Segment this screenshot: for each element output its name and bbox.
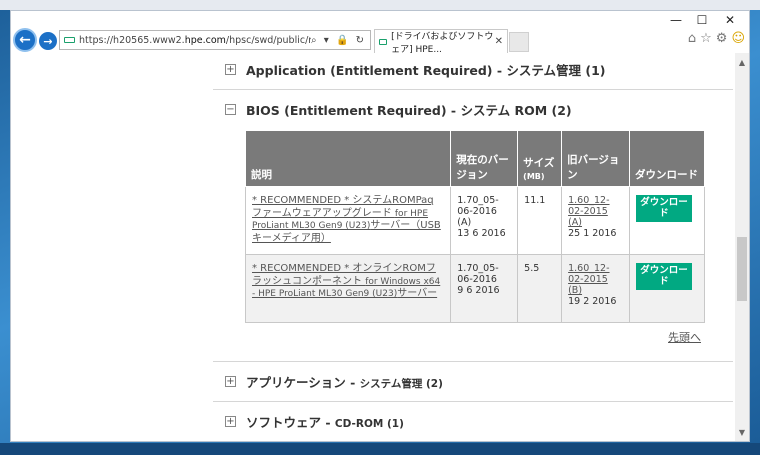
- navigation-bar: ← → https://h20565.www2.hpe.com/hpsc/swd…: [11, 27, 749, 55]
- current-version-cell: 1.70_05-06-2016 9 6 2016: [450, 254, 519, 323]
- site-favicon-icon: [379, 38, 388, 45]
- address-url[interactable]: https://h20565.www2.hpe.com/hpsc/swd/pub…: [79, 35, 311, 46]
- downloads-table: 説明 現在のバージョン サイズ (MB) 旧バージョン ダウンロード * RECO…: [244, 130, 705, 323]
- size-cell: 5.5: [517, 254, 563, 323]
- tab-drivers-software[interactable]: [ドライバおよびソフトウェア] HPE... ✕: [374, 29, 508, 55]
- scroll-down-icon[interactable]: ▼: [735, 425, 749, 439]
- description-link[interactable]: * RECOMMENDED * システムROMPaq ファームウェアアップグレー…: [252, 195, 441, 244]
- secure-site-icon: [64, 37, 75, 43]
- address-bar[interactable]: https://h20565.www2.hpe.com/hpsc/swd/pub…: [59, 30, 371, 50]
- header-size: サイズ (MB): [517, 130, 563, 187]
- download-button[interactable]: ダウンロード: [636, 195, 692, 222]
- old-version-link[interactable]: 1.60_12-02-2015 (B): [568, 263, 609, 296]
- forward-button[interactable]: →: [39, 32, 57, 50]
- download-cell: ダウンロード: [629, 186, 705, 255]
- header-old-version: 旧バージョン: [561, 130, 630, 187]
- table-row: * RECOMMENDED * システムROMPaq ファームウェアアップグレー…: [244, 186, 705, 255]
- current-version-cell: 1.70_05-06-2016 (A) 13 6 2016: [450, 186, 519, 255]
- description-cell: * RECOMMENDED * システムROMPaq ファームウェアアップグレー…: [244, 186, 452, 255]
- scrollbar-thumb[interactable]: [737, 237, 747, 301]
- download-cell: ダウンロード: [629, 254, 705, 323]
- section-title: Application (Entitlement Required) - システ…: [246, 63, 606, 78]
- expand-icon[interactable]: +: [225, 376, 236, 387]
- tab-close-icon[interactable]: ✕: [495, 36, 503, 47]
- table-row: * RECOMMENDED * オンラインROMフラッシュコンポーネント for…: [244, 254, 705, 323]
- address-actions-icons[interactable]: ⌕ ▾ 🔒 ↻: [311, 35, 370, 46]
- size-cell: 11.1: [517, 186, 563, 255]
- desktop-top-strip: [0, 0, 760, 10]
- arrow-right-icon: →: [43, 34, 53, 48]
- toolbar-icons: ⌂ ☆ ⚙ ☺: [688, 31, 745, 46]
- star-icon[interactable]: ☆: [700, 31, 712, 46]
- home-icon[interactable]: ⌂: [688, 31, 696, 46]
- new-tab-button[interactable]: [509, 32, 529, 52]
- header-download: ダウンロード: [629, 130, 705, 187]
- section-software[interactable]: + ソフトウェア - CD-ROM (1): [213, 401, 733, 441]
- section-bios[interactable]: − BIOS (Entitlement Required) - システム ROM…: [213, 89, 733, 129]
- desktop-bottom-strip: [0, 443, 760, 455]
- tab-title: [ドライバおよびソフトウェア] HPE...: [391, 31, 494, 55]
- header-description: 説明: [244, 130, 452, 187]
- header-current-version: 現在のバージョン: [450, 130, 519, 187]
- old-version-cell: 1.60_12-02-2015 (B) 19 2 2016: [561, 254, 630, 323]
- section-application[interactable]: + Application (Entitlement Required) - シ…: [213, 53, 733, 89]
- collapse-icon[interactable]: −: [225, 104, 236, 115]
- vertical-scrollbar[interactable]: ▲ ▼: [735, 53, 749, 441]
- section-title: ソフトウェア - CD-ROM (1): [246, 415, 404, 430]
- description-cell: * RECOMMENDED * オンラインROMフラッシュコンポーネント for…: [244, 254, 452, 323]
- section-title: BIOS (Entitlement Required) - システム ROM (…: [246, 103, 572, 118]
- expand-icon[interactable]: +: [225, 64, 236, 75]
- section-title: アプリケーション - システム管理 (2): [246, 375, 443, 390]
- smiley-icon[interactable]: ☺: [731, 31, 745, 46]
- old-version-link[interactable]: 1.60_12-02-2015 (A): [568, 195, 609, 228]
- section-applications-jp[interactable]: + アプリケーション - システム管理 (2): [213, 361, 733, 401]
- scroll-up-icon[interactable]: ▲: [735, 55, 749, 69]
- back-to-top-link[interactable]: 先頭へ: [668, 329, 701, 345]
- gear-icon[interactable]: ⚙: [716, 31, 728, 46]
- old-version-cell: 1.60_12-02-2015 (A) 25 1 2016: [561, 186, 630, 255]
- page-content: + Application (Entitlement Required) - シ…: [11, 53, 735, 441]
- browser-window: — ☐ ✕ ← → https://h20565.www2.hpe.com/hp…: [10, 10, 750, 442]
- download-button[interactable]: ダウンロード: [636, 263, 692, 290]
- expand-icon[interactable]: +: [225, 416, 236, 427]
- arrow-left-icon: ←: [19, 32, 31, 48]
- description-link[interactable]: * RECOMMENDED * オンラインROMフラッシュコンポーネント for…: [252, 263, 440, 299]
- back-button[interactable]: ←: [13, 28, 37, 52]
